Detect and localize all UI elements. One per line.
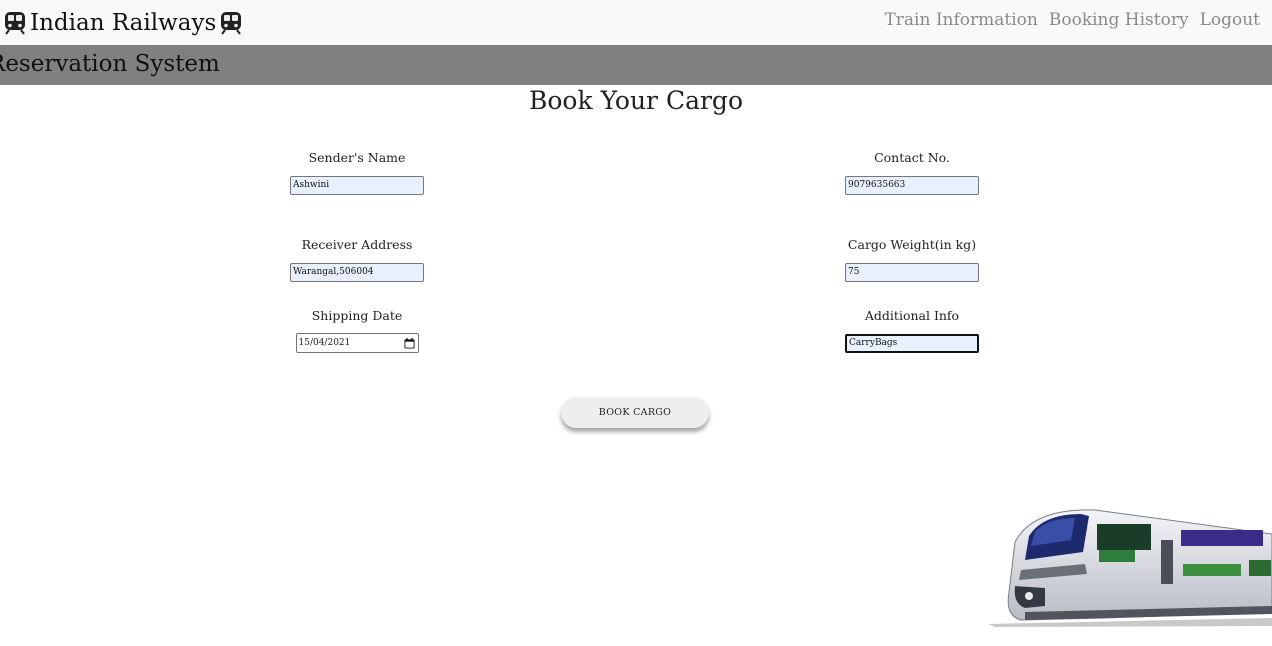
receiver-address-input[interactable] [290,262,424,282]
cargo-weight-label: Cargo Weight(in kg) [847,237,977,252]
nav-train-information[interactable]: Train Information [884,10,1037,30]
additional-info-label: Additional Info [864,308,960,323]
train-icon [221,11,242,35]
sender-name-group: Sender's Name [247,150,467,195]
cargo-weight-input[interactable] [845,262,979,282]
shipping-date-group: Shipping Date 15/04/2021 [247,308,467,353]
cargo-weight-group: Cargo Weight(in kg) [802,237,1022,282]
sender-name-input[interactable] [290,175,424,195]
book-cargo-button[interactable]: BOOK CARGO [561,397,709,428]
train-image [988,509,1272,627]
contact-label: Contact No. [874,150,950,165]
additional-info-input[interactable] [845,333,979,353]
nav-logout[interactable]: Logout [1200,10,1260,30]
shipping-date-value: 15/04/2021 [298,338,351,348]
calendar-icon[interactable] [403,337,415,349]
banner: Reservation System [0,45,1272,85]
shipping-date-label: Shipping Date [311,308,403,323]
additional-info-group: Additional Info [802,308,1022,353]
receiver-address-label: Receiver Address [301,237,413,252]
shipping-date-input[interactable]: 15/04/2021 [295,333,419,353]
contact-input[interactable] [845,175,979,195]
receiver-address-group: Receiver Address [247,237,467,282]
page-title: Book Your Cargo [529,86,743,115]
sender-name-label: Sender's Name [308,150,406,165]
brand-title: Indian Railways [30,9,217,36]
nav-booking-history[interactable]: Booking History [1049,10,1189,30]
train-icon [5,11,25,35]
banner-text: Reservation System [0,51,220,77]
navbar: Indian Railways Train Information Bookin… [0,0,1272,45]
nav-links: Train Information Booking History Logout [884,10,1260,30]
contact-group: Contact No. [802,150,1022,195]
brand[interactable]: Indian Railways [3,10,243,36]
